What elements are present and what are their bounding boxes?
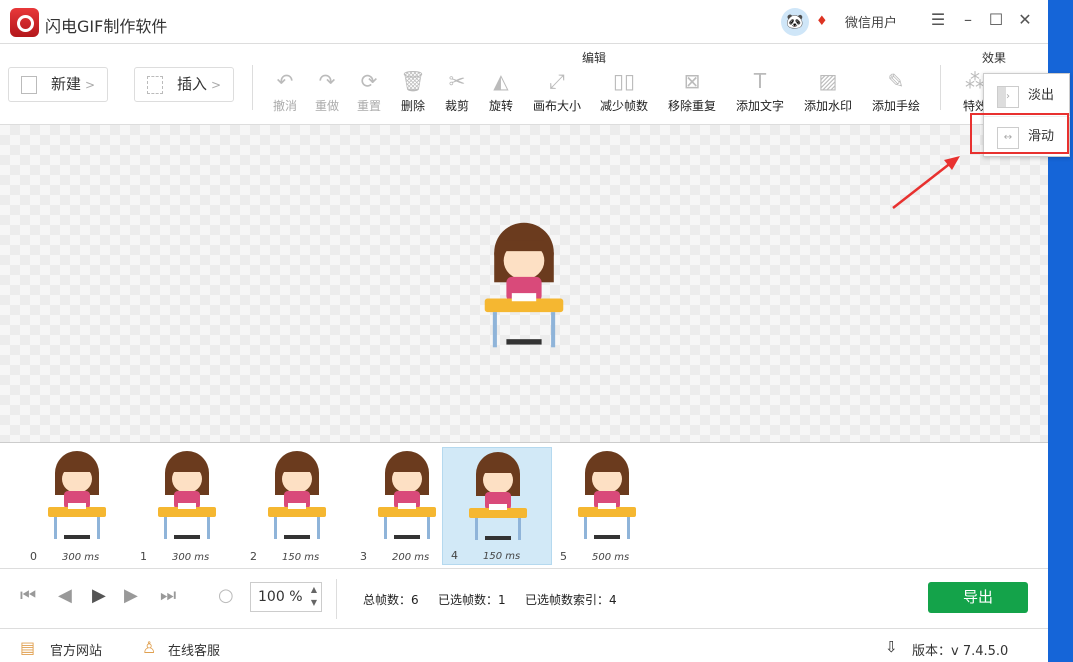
add-text-button[interactable]: T 添加文字 xyxy=(725,67,795,114)
annotation-arrow-icon xyxy=(892,156,960,209)
new-button[interactable]: 新建 > xyxy=(8,67,108,102)
minimize-icon[interactable]: – xyxy=(958,10,978,29)
tool-label: 移除重复 xyxy=(667,99,716,113)
frame-index: 4 xyxy=(451,549,458,562)
playback-controls: ⏮ ◀ ▶ ▶ ⏭ ○ 100 % ▲ ▼ 总帧数：6 已选帧数：1 已选帧数索引：… xyxy=(0,569,1048,629)
zoom-icon: ○ xyxy=(218,585,234,606)
new-label: 新建 xyxy=(51,75,82,93)
play-icon[interactable]: ▶ xyxy=(92,585,106,606)
first-frame-icon[interactable]: ⏮ xyxy=(20,585,36,606)
tool-label: 减少帧数 xyxy=(599,99,648,113)
frame-index: 0 xyxy=(30,550,37,563)
zoom-value: 100 xyxy=(258,589,285,605)
group-effect-label: 效果 xyxy=(982,51,1007,65)
export-button[interactable]: 导出 xyxy=(928,582,1028,613)
menu-item-fade-out[interactable]: › 淡出 xyxy=(984,76,1070,116)
frame-delay: 150 ms xyxy=(282,552,320,563)
footer: ▤ 官方网站 ♙ 在线客服 ⇩ 版本：v 7.4.5.0 xyxy=(0,630,1048,662)
app-title: 闪电GIF制作软件 xyxy=(45,17,168,36)
support-icon[interactable]: ♙ xyxy=(142,638,156,657)
frame-thumbnail[interactable]: 1 300 ms xyxy=(132,447,242,565)
group-edit-label: 编辑 xyxy=(582,51,607,65)
menu-item-label: 淡出 xyxy=(1028,88,1055,103)
insert-icon xyxy=(147,76,163,94)
tool-label: 旋转 xyxy=(488,99,513,113)
frame-image xyxy=(378,451,436,539)
tool-label: 添加文字 xyxy=(735,99,784,113)
next-frame-icon[interactable]: ▶ xyxy=(124,585,138,606)
divider xyxy=(336,579,337,619)
frame-image xyxy=(48,451,106,539)
username[interactable]: 微信用户 xyxy=(845,12,897,31)
reduce-frames-button[interactable]: ▯▯ 减少帧数 xyxy=(589,67,659,114)
canvas-size-button[interactable]: ⤢ 画布大小 xyxy=(522,67,592,114)
remove-duplicate-button[interactable]: ⊠ 移除重复 xyxy=(657,67,727,114)
frame-delay: 150 ms xyxy=(483,551,521,562)
maximize-icon[interactable]: ☐ xyxy=(986,10,1006,29)
text-icon: T xyxy=(753,69,767,93)
website-link[interactable]: 官方网站 xyxy=(50,640,102,659)
frame-delay: 500 ms xyxy=(592,552,630,563)
zoom-unit: % xyxy=(289,589,303,605)
canvas-size-icon: ⤢ xyxy=(549,69,565,93)
support-link[interactable]: 在线客服 xyxy=(168,640,220,659)
frame-strip: 0 300 ms 1 300 ms 2 150 ms 3 200 ms 4 150 ms 5 500 … xyxy=(0,444,1048,569)
add-drawing-button[interactable]: ✎ 添加手绘 xyxy=(861,67,931,114)
selected-frames: 已选帧数：1 xyxy=(438,593,506,607)
previous-frame-icon[interactable]: ◀ xyxy=(58,585,72,606)
add-watermark-button[interactable]: ▨ 添加水印 xyxy=(793,67,863,114)
frame-thumbnail[interactable]: 4 150 ms xyxy=(442,447,552,565)
frame-thumbnail[interactable]: 5 500 ms xyxy=(552,447,662,565)
tool-label: 画布大小 xyxy=(532,99,581,113)
last-frame-icon[interactable]: ⏭ xyxy=(160,585,176,606)
frame-delay: 300 ms xyxy=(62,552,100,563)
watermark-icon: ▨ xyxy=(818,69,838,93)
selected-index: 已选帧数索引：4 xyxy=(525,593,617,607)
pencil-icon: ✎ xyxy=(887,69,905,93)
reduce-frames-icon: ▯▯ xyxy=(612,69,635,93)
download-icon[interactable]: ⇩ xyxy=(885,638,898,656)
frame-index: 2 xyxy=(250,550,257,563)
frame-index: 3 xyxy=(360,550,367,563)
app-logo-icon xyxy=(10,8,39,37)
title-bar: 闪电GIF制作软件 🐼 ♦ 微信用户 ☰ – ☐ ✕ xyxy=(0,0,1048,44)
frame-index: 5 xyxy=(560,550,567,563)
menu-icon[interactable]: ☰ xyxy=(928,10,948,29)
frame-image xyxy=(578,451,636,539)
vip-diamond-icon[interactable]: ♦ xyxy=(816,14,828,29)
frame-index: 1 xyxy=(140,550,147,563)
zoom-input[interactable]: 100 % ▲ ▼ xyxy=(250,582,322,612)
total-frames: 总帧数：6 xyxy=(363,593,419,607)
frame-thumbnail[interactable]: 2 150 ms xyxy=(242,447,352,565)
tool-label: 添加水印 xyxy=(803,99,852,113)
highlight-box xyxy=(970,113,1069,154)
frame-delay: 200 ms xyxy=(392,552,430,563)
frame-delay: 300 ms xyxy=(172,552,210,563)
tool-label: 添加手绘 xyxy=(871,99,920,113)
zoom-stepper[interactable]: ▲ ▼ xyxy=(311,583,317,609)
frame-image xyxy=(469,452,527,540)
frame-image xyxy=(268,451,326,539)
close-icon[interactable]: ✕ xyxy=(1015,10,1035,29)
version-label: 版本：v 7.4.5.0 xyxy=(912,644,1009,659)
website-icon[interactable]: ▤ xyxy=(20,638,35,657)
avatar[interactable]: 🐼 xyxy=(781,8,809,36)
preview-image xyxy=(484,222,564,348)
frame-thumbnail[interactable]: 0 300 ms xyxy=(22,447,132,565)
fade-out-icon: › xyxy=(997,86,1019,108)
toolbar: 新建 > 插入 > 编辑 效果 ↶ 撤消 ↷ 重做 ⟳ 重置 🗑 删除 ✂ 裁剪 ◭ 旋转 ⤢ 画… xyxy=(0,45,1048,125)
app-window: 闪电GIF制作软件 🐼 ♦ 微信用户 ☰ – ☐ ✕ 新建 > 插入 > 编辑 效果… xyxy=(0,0,1048,662)
new-file-icon xyxy=(21,76,37,94)
insert-label: 插入 xyxy=(177,75,208,93)
remove-duplicate-icon: ⊠ xyxy=(683,69,701,93)
frame-image xyxy=(158,451,216,539)
insert-button[interactable]: 插入 > xyxy=(134,67,234,102)
